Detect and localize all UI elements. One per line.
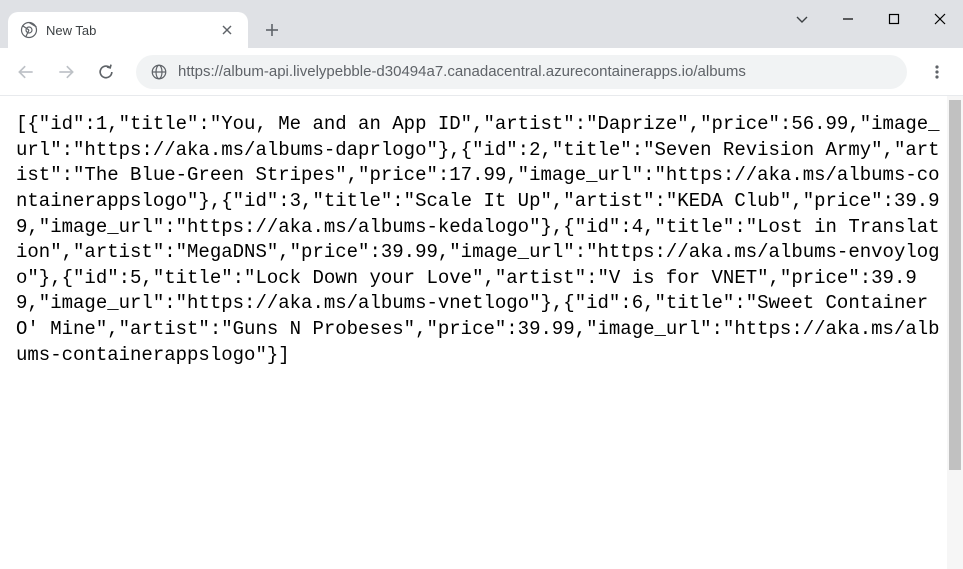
new-tab-button[interactable] (258, 16, 286, 44)
viewport: [{"id":1,"title":"You, Me and an App ID"… (0, 96, 963, 569)
scrollbar-thumb[interactable] (949, 100, 961, 470)
close-window-button[interactable] (917, 0, 963, 38)
url-origin: https://album-api.livelypebble-d30494a7.… (178, 63, 698, 80)
address-bar[interactable]: https://album-api.livelypebble-d30494a7.… (136, 55, 907, 89)
browser-window: New Tab (0, 0, 963, 569)
tab-close-button[interactable] (218, 21, 236, 39)
tab-strip: New Tab (0, 0, 963, 48)
url-path: albums (698, 63, 746, 80)
forward-button[interactable] (48, 54, 84, 90)
reload-button[interactable] (88, 54, 124, 90)
toolbar: https://album-api.livelypebble-d30494a7.… (0, 48, 963, 96)
minimize-button[interactable] (825, 0, 871, 38)
tab-search-button[interactable] (785, 0, 819, 38)
maximize-button[interactable] (871, 0, 917, 38)
tab-title: New Tab (46, 23, 210, 38)
back-button[interactable] (8, 54, 44, 90)
response-body[interactable]: [{"id":1,"title":"You, Me and an App ID"… (0, 96, 963, 569)
window-controls (785, 0, 963, 38)
url-text: https://album-api.livelypebble-d30494a7.… (178, 63, 746, 80)
browser-tab[interactable]: New Tab (8, 12, 248, 48)
globe-icon (150, 63, 168, 81)
scrollbar-track[interactable] (947, 96, 963, 569)
browser-menu-button[interactable] (919, 54, 955, 90)
chrome-favicon-icon (20, 21, 38, 39)
